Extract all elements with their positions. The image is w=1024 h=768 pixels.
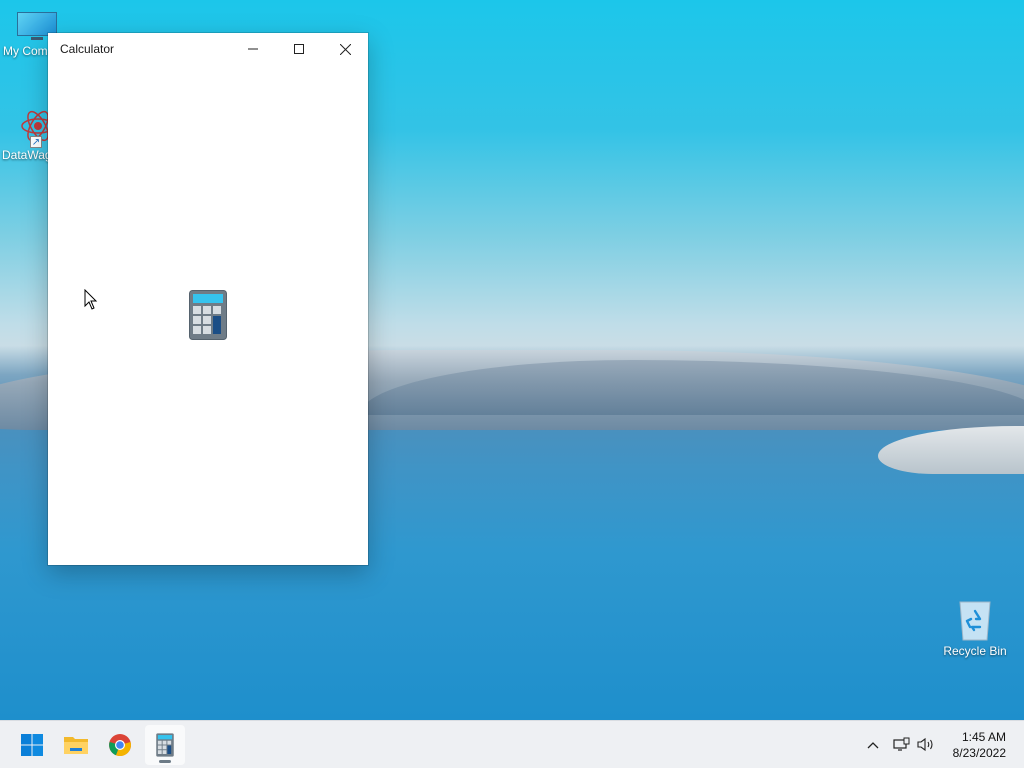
window-title: Calculator — [60, 42, 115, 56]
maximize-button[interactable] — [276, 33, 322, 65]
taskbar-chrome[interactable] — [100, 725, 140, 765]
calculator-icon — [189, 290, 227, 340]
chrome-icon — [109, 734, 132, 757]
shortcut-arrow-icon: ↗ — [30, 136, 42, 148]
volume-icon — [917, 737, 933, 752]
folder-icon — [64, 737, 88, 754]
network-icon — [892, 737, 909, 751]
clock-time: 1:45 AM — [961, 730, 1006, 744]
active-app-indicator — [159, 760, 171, 763]
minimize-icon — [248, 48, 258, 50]
calculator-icon — [156, 733, 174, 757]
taskbar: 1:45 AM 8/23/2022 — [0, 720, 1024, 768]
taskbar-calculator[interactable] — [145, 725, 185, 765]
chevron-up-icon — [867, 741, 879, 748]
close-icon — [339, 43, 351, 55]
recycle-bin-icon — [956, 598, 994, 642]
mouse-cursor-icon — [84, 289, 98, 310]
clock-date: 8/23/2022 — [952, 746, 1006, 760]
title-bar[interactable]: Calculator — [48, 33, 368, 65]
network-button[interactable] — [890, 721, 912, 768]
desktop-icon-recycle-bin[interactable]: Recycle Bin — [937, 598, 1013, 658]
system-clock[interactable]: 1:45 AM 8/23/2022 — [953, 729, 1006, 761]
windows-start-icon — [21, 734, 43, 756]
show-hidden-icons-button[interactable] — [862, 721, 884, 768]
maximize-icon — [294, 44, 304, 54]
start-button[interactable] — [12, 725, 52, 765]
volume-button[interactable] — [915, 721, 937, 768]
close-button[interactable] — [322, 33, 368, 65]
desktop-icon-label: Recycle Bin — [943, 644, 1007, 658]
taskbar-file-explorer[interactable] — [56, 725, 96, 765]
minimize-button[interactable] — [230, 33, 276, 65]
